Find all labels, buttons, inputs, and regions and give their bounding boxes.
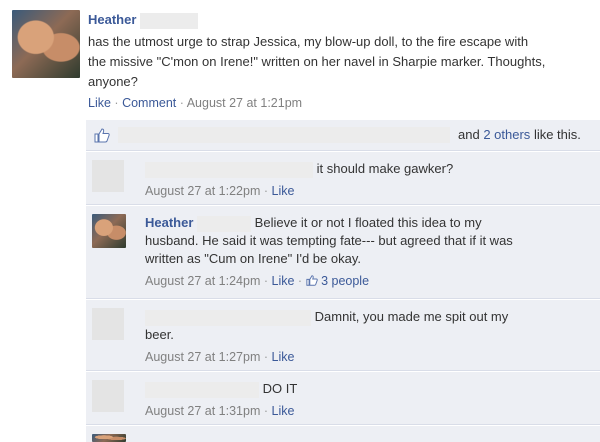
comment-item: it should make gawker? August 27 at 1:22… [86, 152, 600, 205]
separator: · [114, 96, 119, 110]
comment-timestamp[interactable]: August 27 at 1:24pm [145, 274, 260, 288]
post-text-line: the missive "C'mon on Irene!" written on… [88, 54, 546, 69]
thumbs-up-icon [305, 275, 318, 286]
comment-item: Damnit, you made me spit out my beer. Au… [86, 300, 600, 371]
redacted-surname [140, 12, 199, 29]
commenter-name[interactable]: Heather [145, 215, 193, 230]
redacted-commenter-name [145, 381, 259, 398]
likes-and: and [458, 127, 480, 142]
redacted-commenter-name [145, 161, 313, 178]
comment-body: DO IT August 27 at 1:31pm · Like [145, 380, 585, 420]
likes-suffix: like this. [533, 127, 581, 142]
comment-like-link[interactable]: Like [272, 350, 295, 364]
comment-text: written as "Cum on Irene" I'd be okay. [145, 251, 361, 266]
comment-meta: August 27 at 1:31pm · Like [145, 402, 585, 420]
comment-likes-people-link[interactable]: 3 people [321, 274, 369, 288]
separator: · [263, 404, 269, 418]
comment-body: Damnit, you made me spit out my beer. Au… [145, 308, 585, 366]
comment-text: husband. He said it was tempting fate---… [145, 233, 513, 248]
post-actions: Like · Comment · August 27 at 1:21pm [88, 95, 302, 111]
comment-text: Damnit, you made me spit out my [314, 309, 509, 324]
comment-item-partial [86, 426, 600, 442]
post-like-link[interactable]: Like [88, 96, 111, 110]
post-author-name[interactable]: Heather [88, 12, 136, 27]
likes-others-link[interactable]: 2 others [483, 127, 530, 142]
comment-like-link[interactable]: Like [272, 274, 295, 288]
comment-body: Heather Believe it or not I floated this… [145, 214, 585, 290]
comment-text: it should make gawker? [316, 161, 454, 176]
likes-summary: and 2 others like this. [458, 127, 581, 143]
commenter-avatar[interactable] [92, 214, 126, 248]
likes-bar: and 2 others like this. [86, 120, 600, 151]
separator: · [297, 274, 303, 288]
comment-like-link[interactable]: Like [272, 404, 295, 418]
comment-meta: August 27 at 1:22pm · Like [145, 182, 585, 200]
commenter-avatar[interactable] [92, 308, 124, 340]
commenter-avatar[interactable] [92, 380, 124, 412]
post-text-line: anyone? [88, 74, 138, 89]
separator: · [263, 350, 269, 364]
commenter-avatar[interactable] [92, 434, 126, 442]
comment-item: DO IT August 27 at 1:31pm · Like [86, 372, 600, 425]
post-timestamp[interactable]: August 27 at 1:21pm [187, 96, 302, 110]
post-text-line: has the utmost urge to strap Jessica, my… [88, 34, 529, 49]
comment-timestamp[interactable]: August 27 at 1:22pm [145, 184, 260, 198]
post-author-avatar[interactable] [12, 10, 80, 78]
commenter-avatar[interactable] [92, 160, 124, 192]
redacted-surname [197, 215, 252, 232]
post-text: has the utmost urge to strap Jessica, my… [88, 32, 593, 92]
thumbs-up-icon [94, 128, 110, 143]
separator: · [263, 274, 269, 288]
comment-timestamp[interactable]: August 27 at 1:31pm [145, 404, 260, 418]
comment-body: it should make gawker? August 27 at 1:22… [145, 160, 585, 200]
comment-timestamp[interactable]: August 27 at 1:27pm [145, 350, 260, 364]
comment-item: Heather Believe it or not I floated this… [86, 206, 600, 299]
post-header: Heather [88, 10, 199, 30]
separator: · [263, 184, 269, 198]
comment-text: Believe it or not I floated this idea to… [254, 215, 482, 230]
comment-text: beer. [145, 327, 174, 342]
post-comment-link[interactable]: Comment [122, 96, 176, 110]
comment-text: DO IT [262, 381, 298, 396]
comment-meta: August 27 at 1:24pm · Like · 3 people [145, 272, 585, 290]
comment-meta: August 27 at 1:27pm · Like [145, 348, 585, 366]
comment-like-link[interactable]: Like [272, 184, 295, 198]
redacted-liker-names [118, 127, 450, 143]
redacted-commenter-name [145, 309, 311, 326]
separator: · [179, 96, 184, 110]
